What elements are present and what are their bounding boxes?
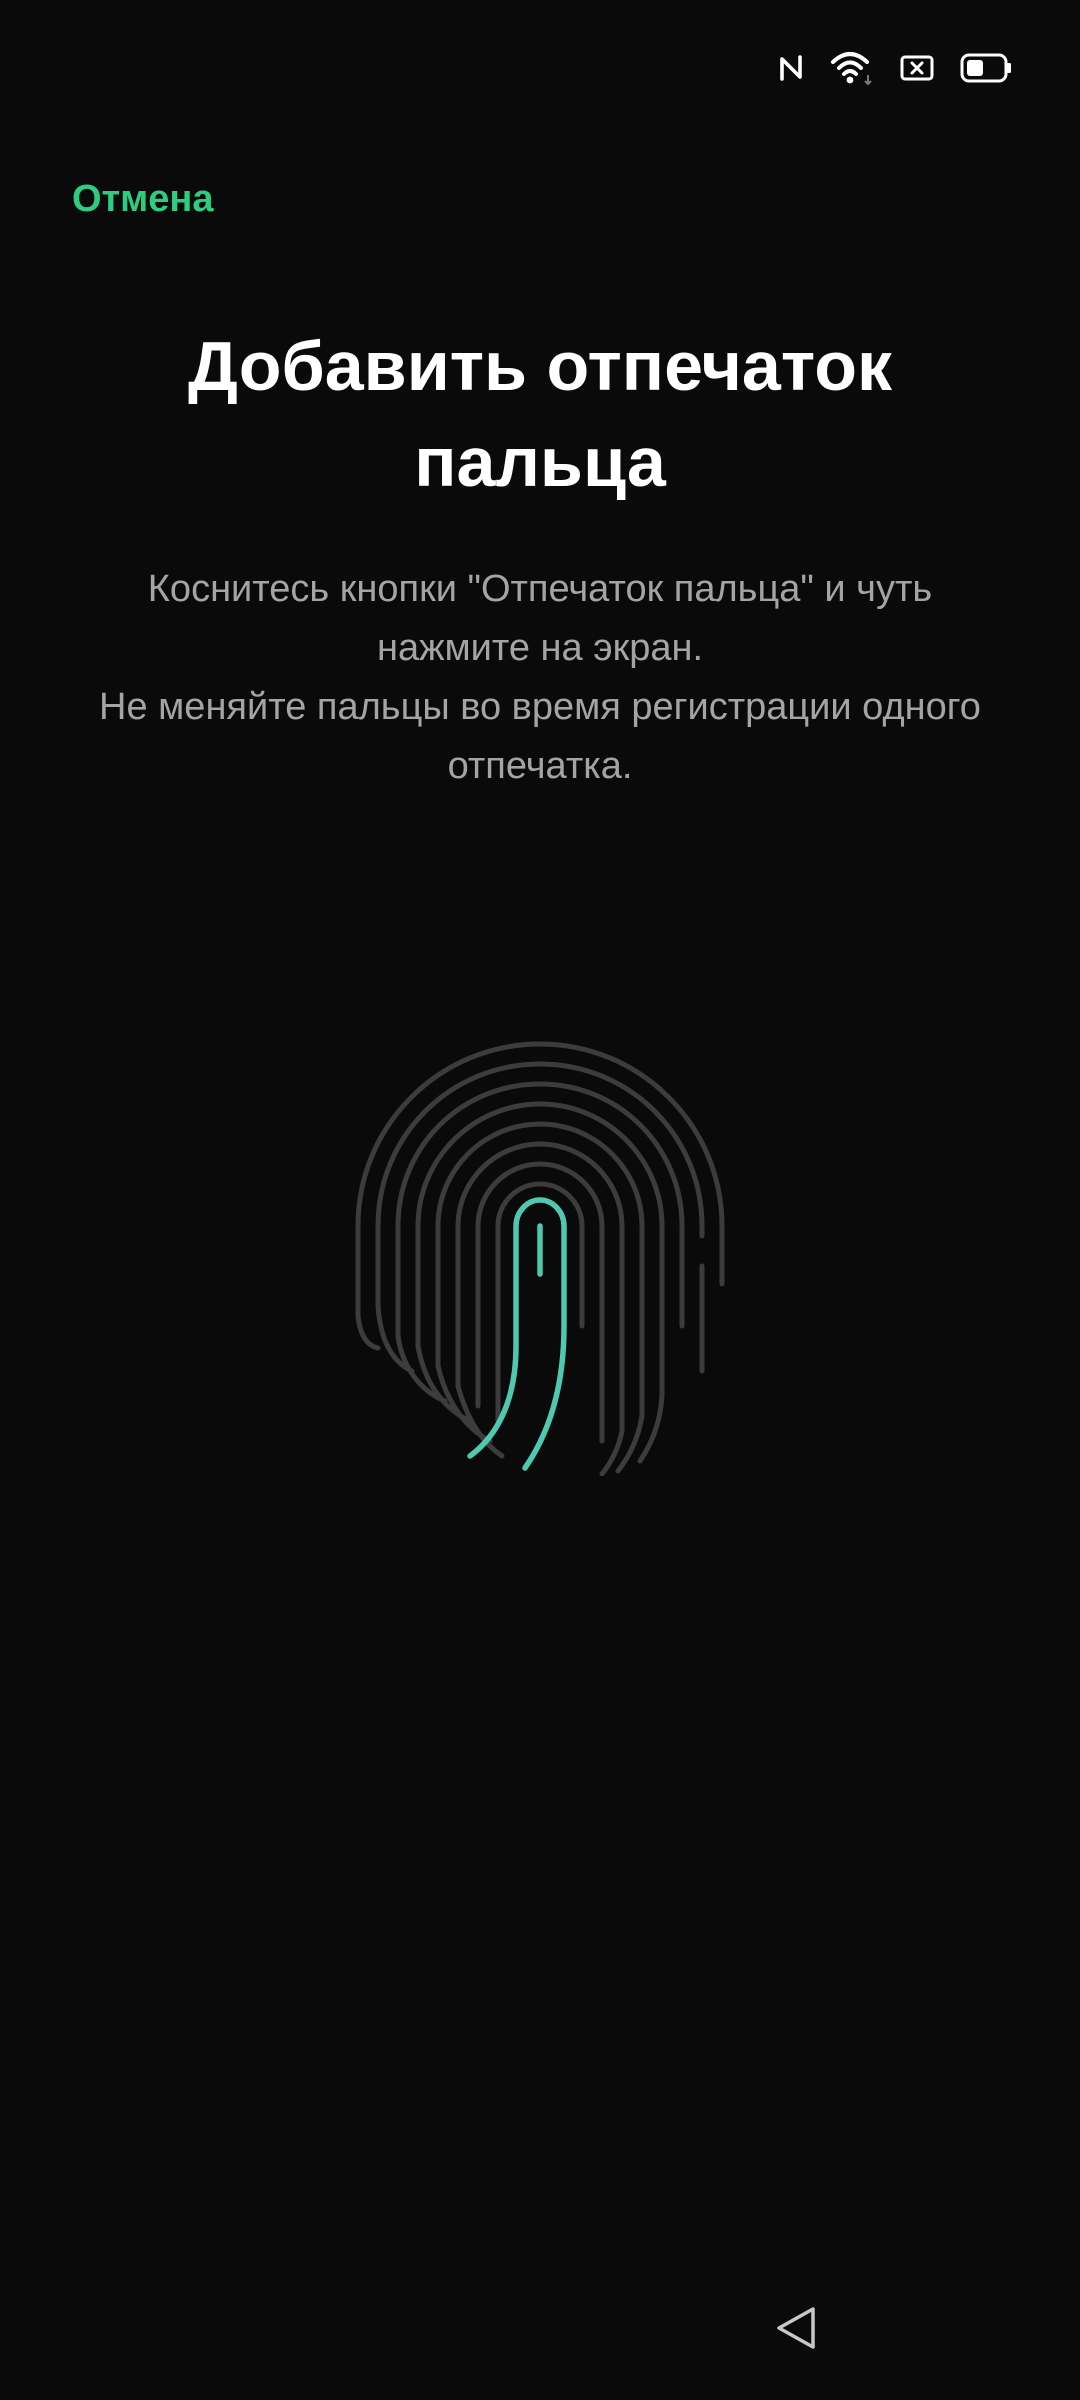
navigation-bar — [0, 2290, 1080, 2370]
instruction-text-2: Не меняйте пальцы во время регистрации о… — [99, 686, 981, 787]
instruction-text-1: Коснитесь кнопки "Отпечаток пальца" и чу… — [147, 568, 933, 669]
battery-icon — [960, 53, 1012, 83]
cancel-button[interactable]: Отмена — [72, 178, 214, 221]
status-bar — [778, 46, 1012, 90]
back-triangle-icon — [773, 2303, 819, 2358]
nfc-icon — [778, 52, 804, 84]
page-title: Добавить отпечаток пальца — [188, 327, 892, 501]
back-button[interactable] — [768, 2290, 824, 2370]
wifi-icon — [830, 50, 874, 86]
instructions: Коснитесь кнопки "Отпечаток пальца" и чу… — [90, 560, 990, 796]
no-sim-icon — [900, 54, 934, 82]
fingerprint-icon[interactable] — [350, 1036, 730, 1477]
